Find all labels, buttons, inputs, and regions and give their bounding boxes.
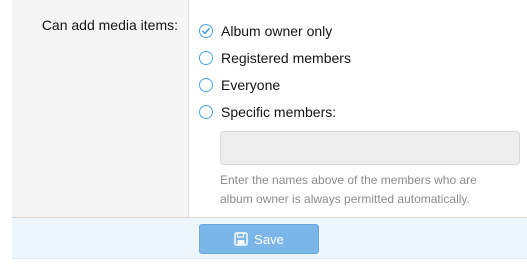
option-registered-members[interactable]: Registered members [199,44,527,71]
edit-album-form: Can add media items: Album owner only Re… [0,0,527,269]
option-label: Specific members: [221,103,337,120]
explain-line-1: Enter the names above of the members who… [220,173,477,187]
specific-members-explain: Enter the names above of the members who… [220,171,527,209]
radio-checked-icon[interactable] [199,23,213,38]
bottom-strip [0,259,527,269]
floppy-disk-icon [234,232,248,246]
permission-label: Can add media items: [12,0,189,217]
save-button[interactable]: Save [199,224,319,254]
radio-list: Album owner only Registered members Ever… [199,17,527,125]
specific-members-input[interactable] [220,131,520,165]
option-album-owner-only[interactable]: Album owner only [199,17,527,44]
media-permission-row: Can add media items: Album owner only Re… [12,0,527,218]
explain-line-2: album owner is always permitted automati… [220,192,470,206]
option-label: Album owner only [221,22,333,39]
option-label: Registered members [221,49,351,66]
radio-icon[interactable] [199,77,213,92]
option-everyone[interactable]: Everyone [199,71,527,98]
radio-icon[interactable] [199,50,213,65]
radio-icon[interactable] [199,104,213,119]
option-specific-members[interactable]: Specific members: [199,98,527,125]
permission-options: Album owner only Registered members Ever… [189,0,527,217]
submit-row: Save [12,218,527,259]
save-label: Save [254,231,284,247]
option-label: Everyone [221,76,281,93]
